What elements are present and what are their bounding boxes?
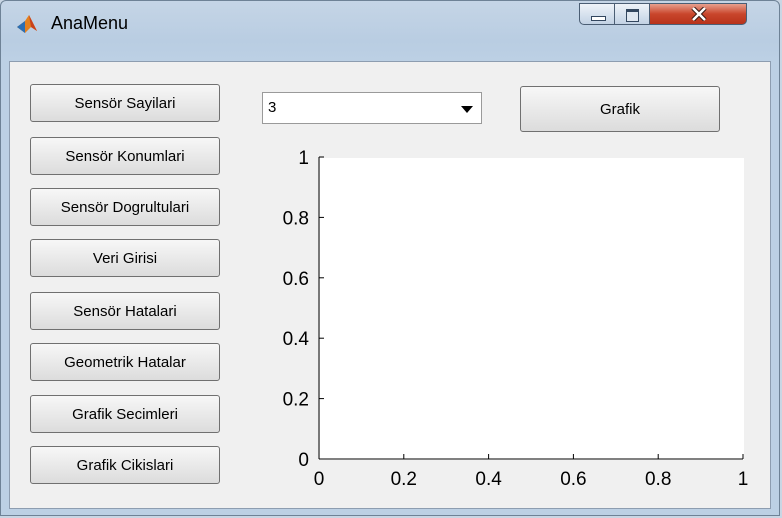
grafik-button[interactable]: Grafik xyxy=(520,86,720,132)
grafik-cikislari-button[interactable]: Grafik Cikislari xyxy=(30,446,220,484)
minimize-button[interactable] xyxy=(579,3,615,25)
anamenu-window: AnaMenu Sensör Sayilari Sensör Konumlari… xyxy=(0,0,780,516)
title-bar[interactable]: AnaMenu xyxy=(1,1,779,45)
window-title: AnaMenu xyxy=(51,13,129,33)
minimize-icon xyxy=(591,16,606,21)
close-icon xyxy=(691,7,707,21)
close-button[interactable] xyxy=(649,3,747,25)
sensor-hatalari-button[interactable]: Sensör Hatalari xyxy=(30,292,220,330)
sensor-dogrultulari-button[interactable]: Sensör Dogrultulari xyxy=(30,188,220,226)
figure-content: Sensör Sayilari Sensör Konumlari Sensör … xyxy=(9,61,771,509)
select-value: 3 xyxy=(268,99,277,116)
maximize-icon xyxy=(626,9,639,22)
sensor-count-select[interactable]: 3 xyxy=(262,92,482,124)
chevron-down-icon[interactable] xyxy=(461,106,473,113)
maximize-button[interactable] xyxy=(614,3,650,25)
geometrik-hatalar-button[interactable]: Geometrik Hatalar xyxy=(30,343,220,381)
sensor-sayilari-button[interactable]: Sensör Sayilari xyxy=(30,84,220,122)
veri-girisi-button[interactable]: Veri Girisi xyxy=(30,239,220,277)
plot-area[interactable] xyxy=(320,158,744,460)
sensor-konumlari-button[interactable]: Sensör Konumlari xyxy=(30,137,220,175)
grafik-secimleri-button[interactable]: Grafik Secimleri xyxy=(30,395,220,433)
matlab-icon xyxy=(17,15,37,33)
